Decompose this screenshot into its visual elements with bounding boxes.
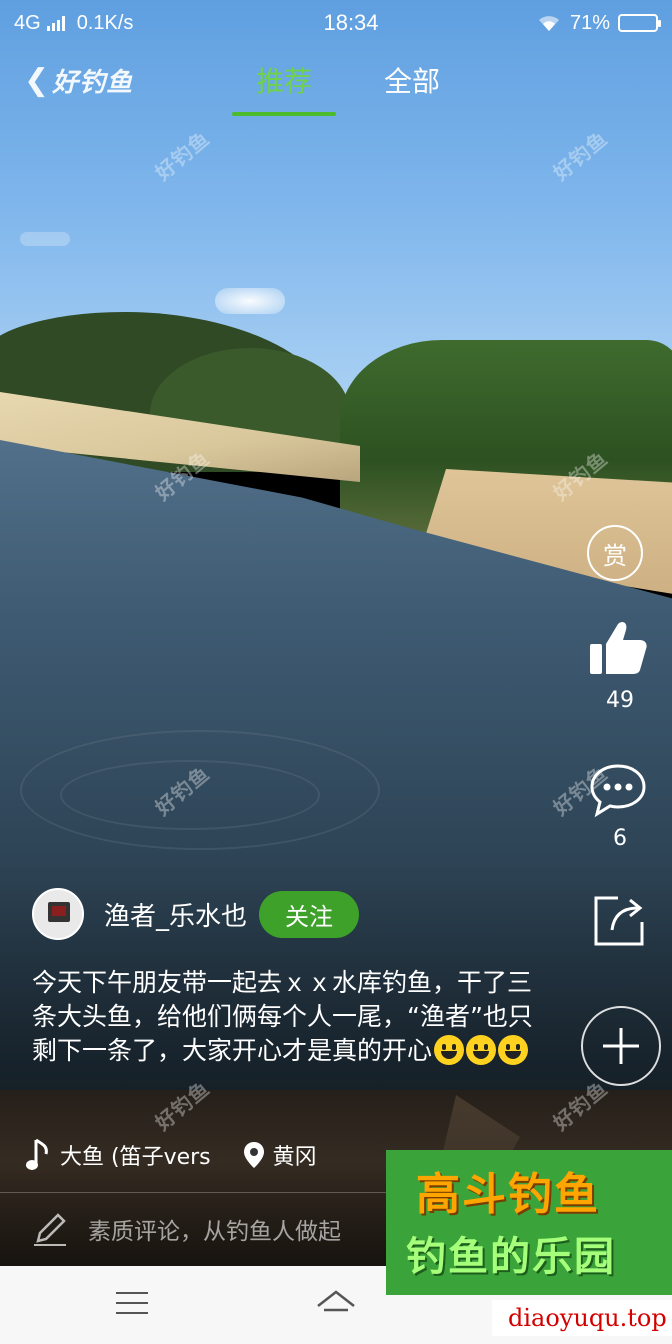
plus-icon bbox=[603, 1028, 639, 1064]
comment-count: 6 bbox=[613, 826, 627, 851]
share-icon[interactable] bbox=[592, 892, 648, 948]
promo-banner[interactable]: 高斗钓鱼 钓鱼的乐园 bbox=[386, 1150, 672, 1295]
pen-icon bbox=[34, 1213, 66, 1246]
tab-all[interactable]: 全部 bbox=[360, 56, 464, 116]
network-type: 4G bbox=[14, 11, 41, 34]
app-logo: 好钓鱼 bbox=[52, 68, 134, 98]
tab-recommended[interactable]: 推荐 bbox=[232, 56, 337, 116]
comment-bubble-icon[interactable] bbox=[588, 762, 648, 818]
music-title[interactable]: 大鱼 (笛子vers bbox=[60, 1139, 211, 1171]
clock: 18:34 bbox=[323, 10, 379, 35]
promo-url[interactable]: diaoyuqu.top bbox=[492, 1300, 672, 1336]
music-note-icon bbox=[26, 1138, 48, 1170]
network-speed: 0.1K/s bbox=[76, 11, 134, 34]
author-name[interactable]: 渔者_乐水也 bbox=[104, 896, 247, 933]
follow-button[interactable]: 关注 bbox=[259, 890, 360, 938]
grin-emoji-icon bbox=[434, 1035, 465, 1065]
reward-button[interactable]: 赏 bbox=[587, 525, 643, 581]
like-thumb-icon[interactable] bbox=[588, 618, 648, 678]
post-description: 今天下午朋友带一起去ｘｘ水库钓鱼，干了三条大头鱼，给他们俩每个人一尾，“渔者”也… bbox=[32, 966, 552, 1068]
menu-line bbox=[116, 1292, 148, 1294]
avatar[interactable] bbox=[32, 888, 84, 940]
author-row: 渔者_乐水也 关注 bbox=[32, 888, 360, 940]
grin-emoji-icon bbox=[466, 1035, 497, 1065]
location-pin-icon bbox=[243, 1142, 264, 1168]
menu-button[interactable] bbox=[116, 1292, 148, 1316]
comment-input[interactable]: 素质评论，从钓鱼人做起 bbox=[30, 1209, 341, 1249]
comment-placeholder: 素质评论，从钓鱼人做起 bbox=[88, 1219, 341, 1245]
promo-subtitle: 钓鱼的乐园 bbox=[406, 1234, 616, 1280]
grin-emoji-icon bbox=[498, 1035, 529, 1065]
status-left: 4G 0.1K/s bbox=[14, 12, 274, 35]
promo-title: 高斗钓鱼 bbox=[416, 1169, 600, 1220]
location-name[interactable]: 黄冈 bbox=[273, 1139, 317, 1171]
chevron-left-icon: ❮ bbox=[24, 63, 51, 98]
signal-icon bbox=[46, 15, 65, 31]
menu-line bbox=[116, 1302, 148, 1304]
back-logo-button[interactable]: ❮ 好钓鱼 bbox=[24, 62, 133, 99]
cloud bbox=[20, 232, 70, 246]
menu-line bbox=[116, 1312, 148, 1314]
like-count: 49 bbox=[606, 688, 634, 713]
wifi-icon bbox=[538, 16, 559, 31]
action-rail: 赏 49 6 bbox=[572, 0, 672, 1344]
add-post-button[interactable] bbox=[581, 1006, 661, 1086]
feed-tabs: 推荐 全部 bbox=[232, 56, 464, 116]
cloud bbox=[215, 288, 285, 314]
home-icon[interactable] bbox=[314, 1286, 358, 1322]
post-meta: 大鱼 (笛子vers 黄冈 bbox=[26, 1138, 317, 1172]
